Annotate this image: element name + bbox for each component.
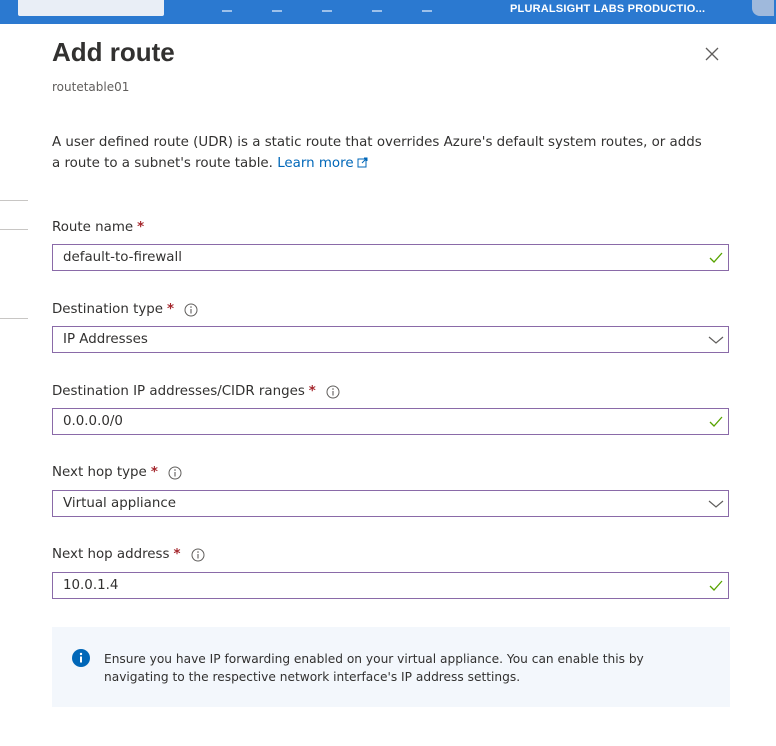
learn-more-link[interactable]: Learn more xyxy=(277,156,353,171)
ip-forwarding-notice: Ensure you have IP forwarding enabled on… xyxy=(52,627,730,707)
add-route-panel: Add route routetable01 A user defined ro… xyxy=(28,24,776,746)
info-icon[interactable] xyxy=(168,466,182,480)
info-icon[interactable] xyxy=(184,303,198,317)
route-name-label: Route name * xyxy=(52,220,144,235)
notifications-icon[interactable] xyxy=(322,4,332,12)
next-hop-type-value: Virtual appliance xyxy=(63,496,176,511)
settings-icon[interactable] xyxy=(372,4,382,12)
help-icon[interactable] xyxy=(422,4,432,12)
info-icon[interactable] xyxy=(191,548,205,562)
portal-top-bar: PLURALSIGHT LABS PRODUCTIO... xyxy=(0,0,776,24)
directory-icon[interactable] xyxy=(272,4,282,12)
intro-text: A user defined route (UDR) is a static r… xyxy=(52,135,702,171)
required-asterisk: * xyxy=(173,547,181,562)
background-divider xyxy=(0,200,30,201)
required-asterisk: * xyxy=(308,384,316,399)
required-asterisk: * xyxy=(137,220,145,235)
destination-ip-label-text: Destination IP addresses/CIDR ranges xyxy=(52,384,305,399)
page-title: Add route xyxy=(52,37,175,67)
destination-type-label-text: Destination type xyxy=(52,302,164,317)
info-filled-icon xyxy=(72,649,90,667)
avatar[interactable] xyxy=(752,0,774,16)
destination-type-label: Destination type * xyxy=(52,302,198,317)
close-icon xyxy=(705,47,719,61)
route-name-input[interactable]: default-to-firewall xyxy=(52,244,729,271)
next-hop-type-label-text: Next hop type xyxy=(52,465,147,480)
destination-ip-input[interactable]: 0.0.0.0/0 xyxy=(52,408,729,435)
next-hop-address-input[interactable]: 10.0.1.4 xyxy=(52,572,729,599)
checkmark-icon xyxy=(709,416,723,427)
intro-paragraph: A user defined route (UDR) is a static r… xyxy=(52,132,712,174)
external-link-icon[interactable] xyxy=(357,157,368,168)
next-hop-address-value: 10.0.1.4 xyxy=(63,578,119,593)
global-search-box[interactable] xyxy=(18,0,164,16)
page-subtitle: routetable01 xyxy=(52,80,130,94)
notice-text: Ensure you have IP forwarding enabled on… xyxy=(104,652,644,684)
background-divider xyxy=(0,229,30,230)
destination-type-value: IP Addresses xyxy=(63,332,148,347)
checkmark-icon xyxy=(709,580,723,591)
background-divider xyxy=(0,318,30,319)
next-hop-address-label: Next hop address * xyxy=(52,547,205,562)
destination-type-select[interactable]: IP Addresses xyxy=(52,326,729,353)
destination-ip-value: 0.0.0.0/0 xyxy=(63,414,123,429)
info-icon[interactable] xyxy=(326,385,340,399)
route-name-value: default-to-firewall xyxy=(63,250,182,265)
route-name-label-text: Route name xyxy=(52,220,134,235)
cloud-shell-icon[interactable] xyxy=(222,4,232,12)
chevron-down-icon xyxy=(708,336,724,344)
top-bar-icons xyxy=(222,4,432,16)
next-hop-address-label-text: Next hop address xyxy=(52,547,170,562)
next-hop-type-select[interactable]: Virtual appliance xyxy=(52,490,729,517)
tenant-name[interactable]: PLURALSIGHT LABS PRODUCTIO... xyxy=(510,3,705,15)
destination-ip-label: Destination IP addresses/CIDR ranges * xyxy=(52,384,340,399)
next-hop-type-label: Next hop type * xyxy=(52,465,182,480)
required-asterisk: * xyxy=(167,302,175,317)
checkmark-icon xyxy=(709,252,723,263)
required-asterisk: * xyxy=(150,465,158,480)
chevron-down-icon xyxy=(708,500,724,508)
close-button[interactable] xyxy=(704,46,724,66)
